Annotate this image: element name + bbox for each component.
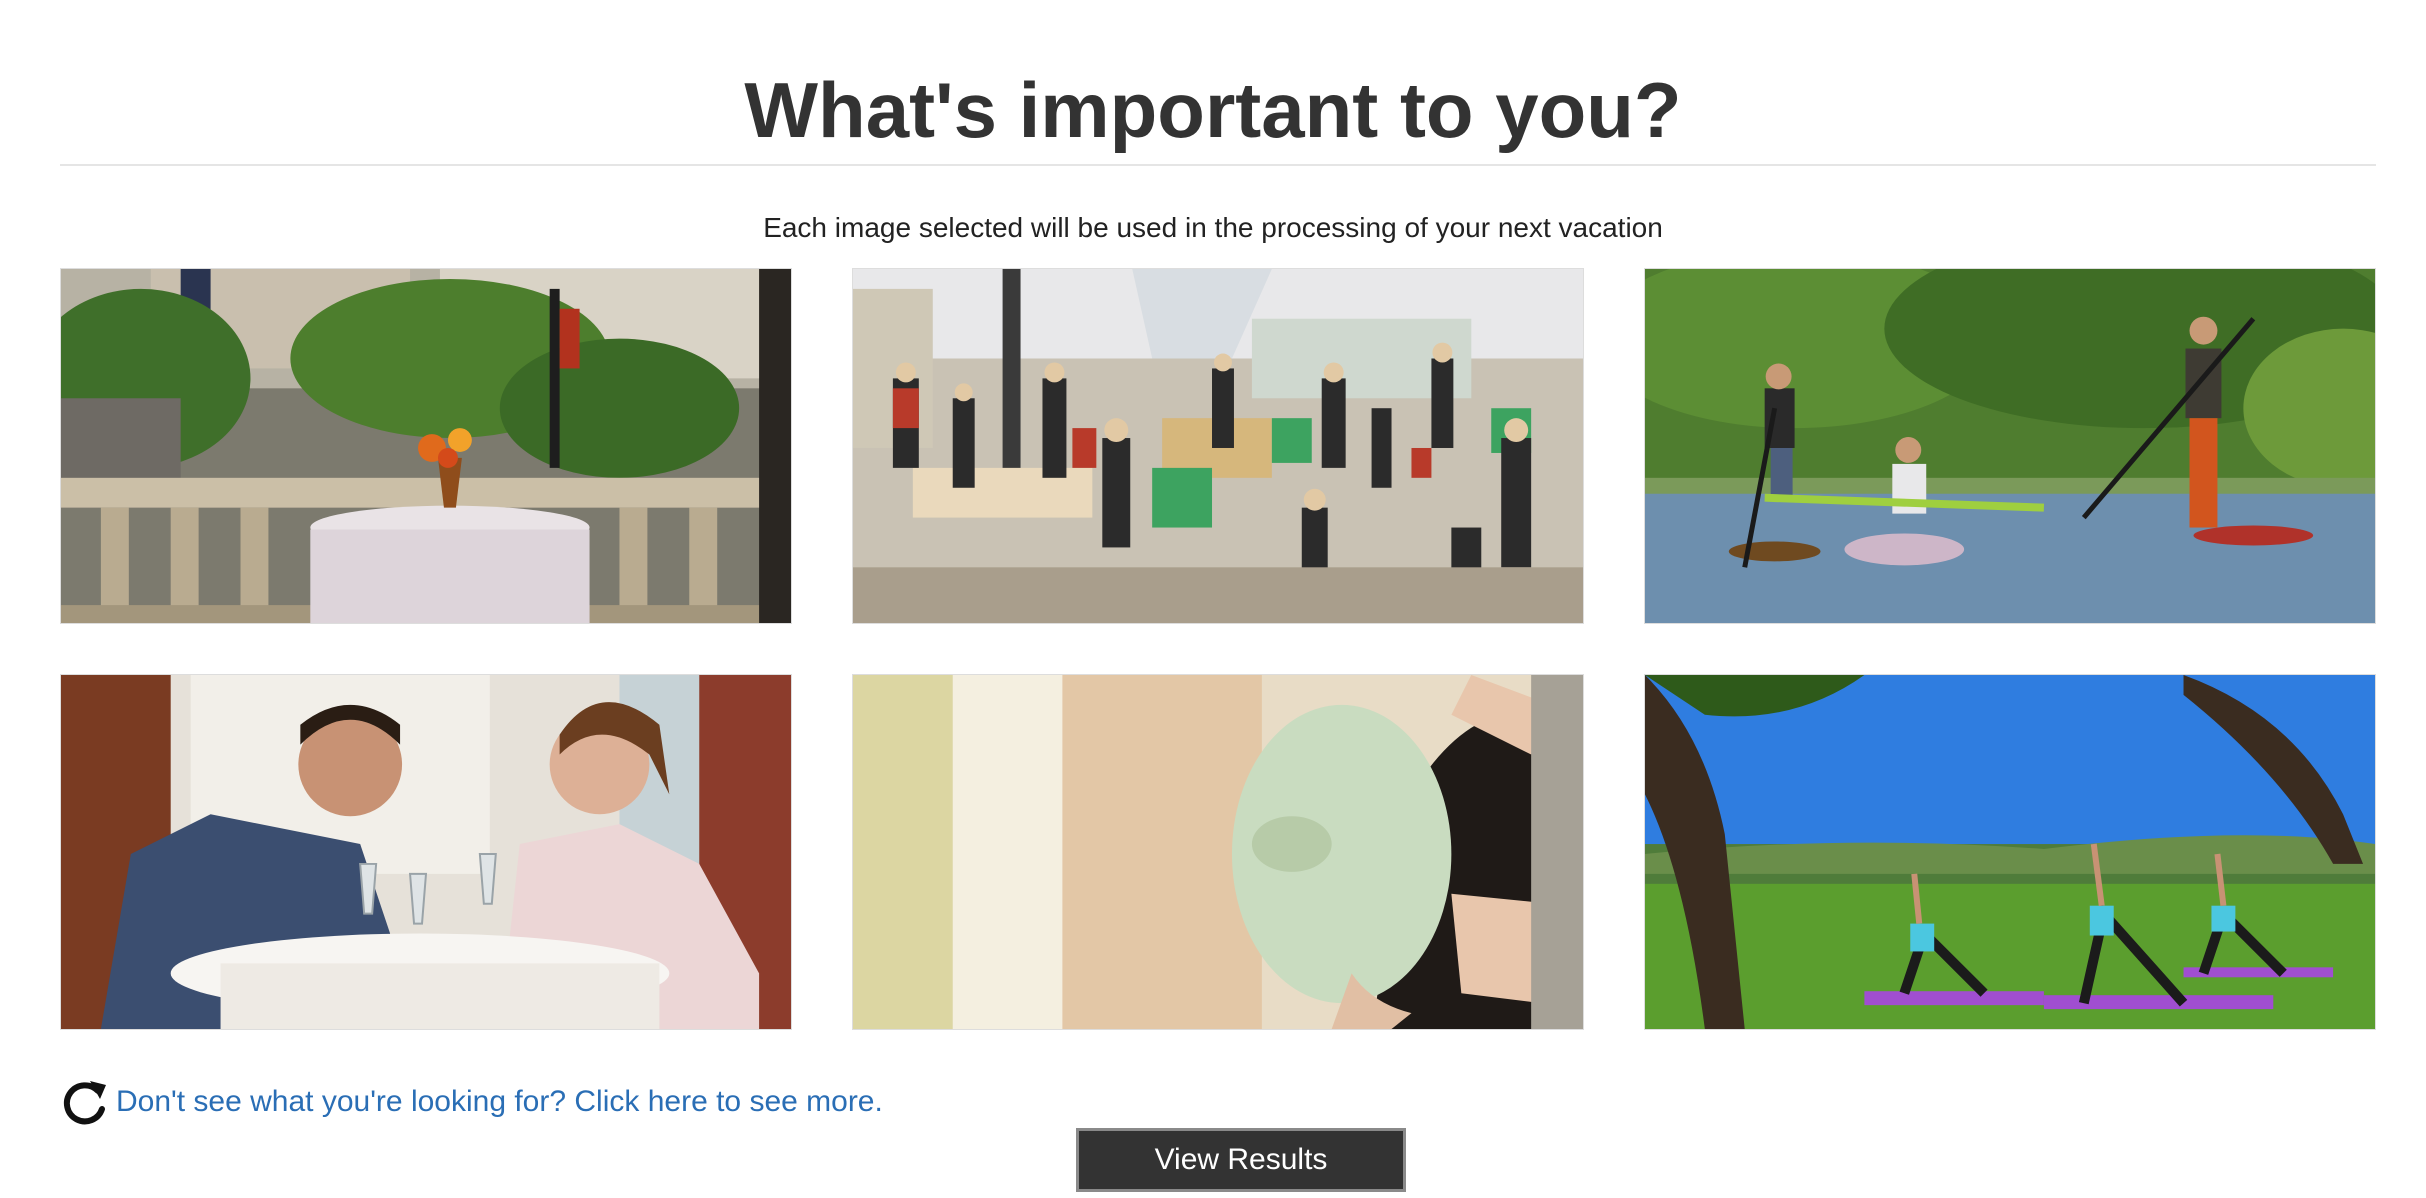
view-results-button[interactable]: View Results: [1076, 1128, 1406, 1192]
image-grid: [60, 268, 2376, 1030]
outdoor-yoga-image[interactable]: [1644, 674, 2376, 1030]
childrens-museum-image[interactable]: [852, 268, 1584, 624]
page-subtitle: Each image selected will be used in the …: [763, 212, 1663, 243]
paddleboard-kayak-image[interactable]: [1644, 268, 2376, 624]
page-title: What's important to you?: [744, 66, 1682, 154]
title-divider: [60, 164, 2376, 166]
rooftop-dining-image[interactable]: [60, 268, 792, 624]
see-more-row[interactable]: Don't see what you're looking for? Click…: [60, 1076, 883, 1128]
romantic-dinner-image[interactable]: [60, 674, 792, 1030]
page: What's important to you? Each image sele…: [0, 0, 2426, 1198]
spa-facial-image[interactable]: [852, 674, 1584, 1030]
refresh-icon[interactable]: [60, 1077, 110, 1127]
see-more-link[interactable]: Don't see what you're looking for? Click…: [116, 1085, 883, 1119]
